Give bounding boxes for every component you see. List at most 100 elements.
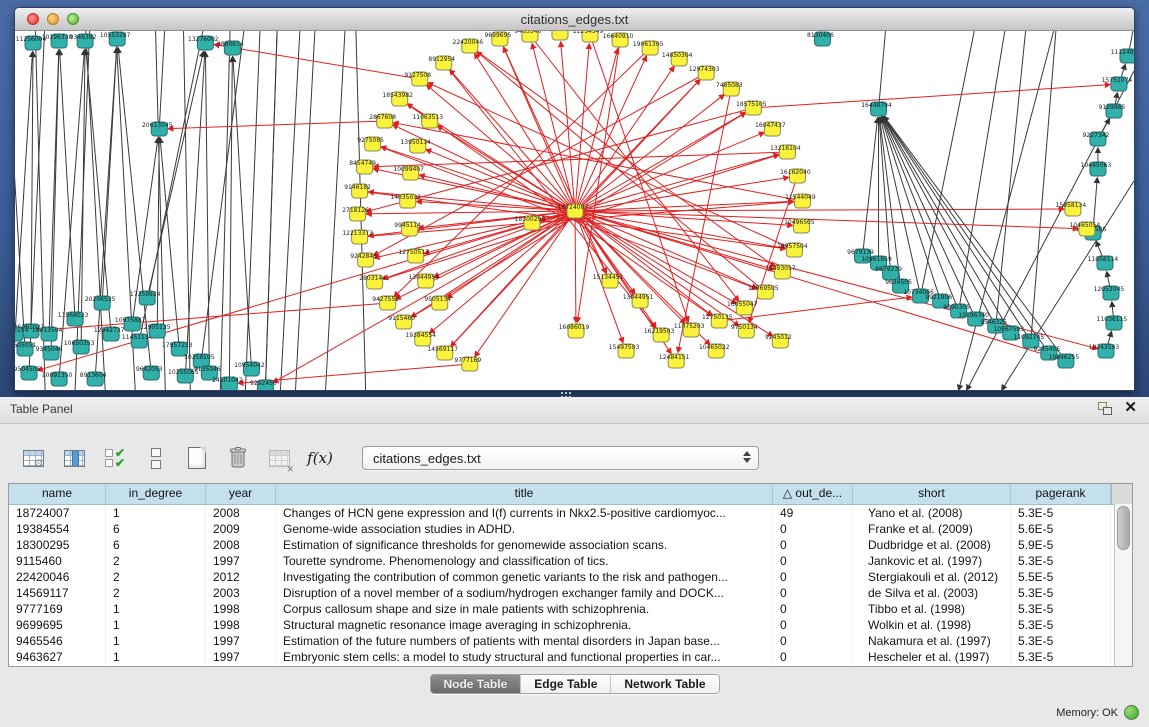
graph-edge[interactable] [60,50,76,319]
graph-node[interactable]: 19061305 [633,41,664,55]
graph-edge[interactable] [157,138,159,331]
create-column-button[interactable] [182,443,212,473]
graph-node[interactable]: 8130406 [807,32,834,46]
graph-node[interactable]: 8912954 [428,56,455,70]
delete-column-button[interactable] [223,443,253,473]
graph-node[interactable]: 10969505 [748,285,779,299]
graph-edge[interactable] [183,31,190,390]
graph-node[interactable]: 17359924 [130,291,161,305]
graph-node[interactable]: 9699695 [484,32,511,46]
table-row[interactable]: 969969511998Structural magnetic resonanc… [9,617,1132,633]
graph-node[interactable]: 10553287 [100,32,131,46]
graph-node[interactable]: 10496505 [784,219,815,233]
table-selector-dropdown[interactable]: citations_edges.txt [362,446,759,470]
graph-edge[interactable] [51,50,59,353]
graph-node[interactable]: 9427552 [372,296,399,310]
change-table-mode-button[interactable]: ⚙ [18,443,48,473]
graph-node[interactable]: 12750135 [702,314,733,328]
graph-edge[interactable] [419,175,575,211]
graph-node[interactable]: 12974303 [689,66,720,80]
graph-node[interactable]: 11254549 [573,31,604,42]
graph-edge[interactable] [575,211,739,326]
graph-edge[interactable] [879,31,887,109]
graph-edge[interactable] [575,56,646,211]
graph-edge[interactable] [753,85,1110,108]
graph-edge[interactable] [85,31,105,390]
graph-node[interactable]: 9505051 [15,342,37,356]
table-row[interactable]: 1830029562008Estimation of significance … [9,537,1132,553]
graph-node[interactable]: 13276002 [188,36,219,50]
graph-node[interactable]: 10243503 [1089,344,1120,358]
graph-node[interactable]: 11544049 [785,194,816,208]
unselect-all-columns-button[interactable] [141,443,171,473]
graph-node[interactable]: 9146182 [344,184,371,198]
graph-edge[interactable] [102,48,117,303]
show-columns-button[interactable] [59,443,89,473]
column-header-in_degree[interactable]: in_degree [106,484,206,504]
graph-node[interactable]: 13044951 [623,294,654,308]
column-header-year[interactable]: year [206,484,276,504]
graph-node[interactable]: 18543982 [382,92,413,106]
graph-node[interactable]: 11058114 [1088,256,1119,270]
graph-edge[interactable] [201,31,245,361]
graph-node[interactable]: 10091350 [42,372,73,386]
graph-node[interactable]: 9292450 [250,380,277,390]
graph-edge[interactable] [921,31,977,296]
column-header-pagerank[interactable]: pagerank [1011,484,1111,504]
graph-node[interactable]: 10465022 [699,344,730,358]
graph-edge[interactable] [233,57,252,369]
function-builder-button[interactable]: f(x) [305,443,335,473]
graph-node[interactable]: 9127508 [404,72,431,86]
graph-node[interactable]: 10946255 [1049,354,1080,368]
table-row[interactable]: 911546021997Tourette syndrome. Phenomeno… [9,553,1132,569]
graph-node[interactable]: 16086019 [559,324,590,338]
graph-node[interactable]: 11124845 [1111,49,1134,63]
select-all-columns-button[interactable]: ✔ ✔ [100,443,130,473]
graph-edge[interactable] [996,31,1027,326]
graph-node[interactable]: 9505134 [424,296,451,310]
graph-node[interactable]: 9245012 [765,334,792,348]
graph-node[interactable]: 14850304 [662,52,693,66]
graph-node[interactable]: 10196338 [42,34,73,48]
graph-node[interactable]: 9465546 [515,31,542,42]
column-header-out_de[interactable]: △ out_de... [773,484,853,504]
table-row[interactable]: 977716911998Corpus callosum shape and si… [9,601,1132,617]
graph-node[interactable]: 18957504 [777,243,808,257]
tab-network-table[interactable]: Network Table [610,675,718,693]
graph-node[interactable]: 11036115 [1097,316,1128,330]
graph-edge[interactable] [475,211,575,357]
graph-node[interactable]: 10954042 [234,362,265,376]
delete-table-button[interactable]: ✕ [264,443,294,473]
graph-node[interactable]: 15134451 [593,274,624,288]
graph-node[interactable]: 18575105 [736,101,767,115]
graph-edge[interactable] [575,209,1064,211]
graph-node[interactable]: 16640910 [603,33,634,47]
graph-node[interactable]: 9275085 [357,137,384,151]
graph-edge[interactable] [265,31,277,387]
graph-node[interactable]: 13044954 [408,274,439,288]
graph-edge[interactable] [367,211,575,214]
graph-edge[interactable] [15,52,32,334]
graph-node[interactable]: 9227342 [1083,132,1110,146]
graph-node[interactable]: 20613045 [142,122,173,136]
graph-node[interactable]: 2718126 [342,207,369,221]
graph-node[interactable]: 16219503 [644,328,675,342]
column-header-name[interactable]: name [9,484,106,504]
table-row[interactable]: 1872400712008Changes of HCN gene express… [9,505,1132,521]
table-row[interactable]: 2242004622012Investigating the contribut… [9,569,1132,585]
graph-node[interactable]: 9642053 [136,366,163,380]
graph-node[interactable]: 9504505 [15,366,41,380]
graph-node[interactable]: 19384554 [405,332,436,346]
graph-node[interactable]: 12052045 [1094,286,1125,300]
graph-node[interactable]: 10099407 [393,166,424,180]
graph-edge[interactable] [863,118,878,256]
graph-node[interactable]: 9777169 [454,357,481,371]
table-row[interactable]: 946362711997Embryonic stem cells: a mode… [9,649,1132,665]
graph-node[interactable]: 12213373 [342,230,373,244]
graph-edge[interactable] [561,42,575,211]
graph-node[interactable]: 7485083 [716,82,743,96]
graph-node[interactable]: 9346382 [70,34,97,48]
graph-node[interactable]: 14035032 [390,194,421,208]
graph-node[interactable]: 8454749 [349,160,376,174]
graph-edge[interactable] [38,211,575,370]
